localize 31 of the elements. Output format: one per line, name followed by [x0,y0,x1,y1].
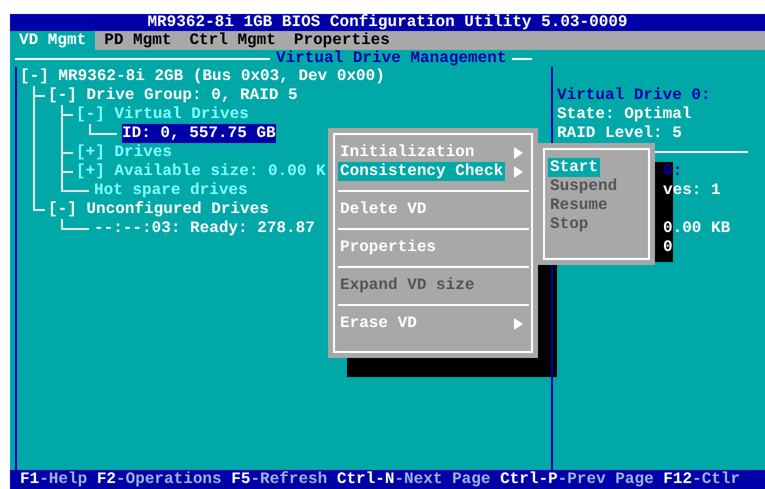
tree-item[interactable]: [-] Unconfigured Drives [48,200,269,219]
panel-title: Virtual Drive Management [275,49,508,68]
shortcut-hint: F1-Help [20,470,88,489]
detail-text: Virtual Drive 0: [557,86,712,105]
tab[interactable]: Properties [284,31,399,50]
detail-text: State: Optimal [557,105,692,124]
menu-item[interactable]: Properties [338,238,438,257]
menu-item[interactable]: Start [548,158,600,177]
tree-item[interactable]: [-] Virtual Drives [76,105,249,124]
detail-text: 0 [663,238,673,256]
menu-item[interactable]: Delete VD [338,200,428,219]
tree-item[interactable]: --:--:03: Ready: 278.87 [94,219,315,238]
shortcut-hint: Ctrl-N-Next Page [336,470,490,489]
tree-item[interactable]: [-] MR9362-8i 2GB (Bus 0x03, Dev 0x00) [20,67,385,86]
tree-item[interactable]: Hot spare drives [94,181,248,200]
menu-item[interactable]: Consistency Check [338,162,506,181]
menu-item[interactable]: Initialization [338,143,476,162]
window-title: MR9362-8i 1GB BIOS Configuration Utility 5.03-0009 [10,14,765,31]
shortcut-hint: Ctrl-P-Prev Page [500,470,654,489]
tab[interactable]: Ctrl Mgmt [180,31,285,50]
tree-item[interactable]: [+] Available size: 0.00 K [76,162,326,181]
tree-item[interactable]: ID: 0, 557.75 GB [122,124,276,143]
detail-text: RAID Level: 5 [557,124,683,143]
tab[interactable]: PD Mgmt [95,31,180,50]
tree-item[interactable]: [-] Drive Group: 0, RAID 5 [48,86,298,105]
shortcut-hint: F12-Ctlr [663,470,740,489]
tab[interactable]: VD Mgmt [10,31,96,50]
shortcut-hint: F2-Operations [96,470,222,489]
shortcut-hint: F5-Refresh [231,470,328,489]
menu-item[interactable]: Erase VD [338,314,419,333]
tree-item[interactable]: [+] Drives [76,143,172,162]
